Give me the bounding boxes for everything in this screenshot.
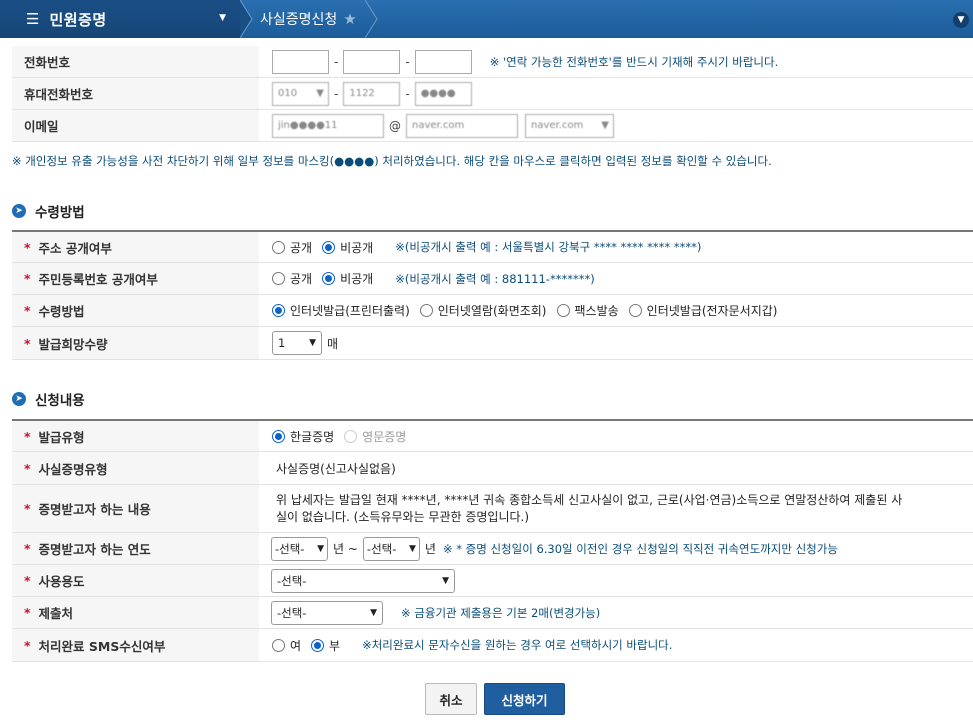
quantity-unit: 매: [327, 336, 339, 351]
sms-note: ※처리완료시 문자수신을 원하는 경우 여로 선택하시기 바랍니다.: [362, 638, 673, 652]
sms-yes-radio[interactable]: 여: [272, 637, 301, 654]
menu-title: 민원증명: [49, 10, 107, 29]
address-disclosure-row: * 주소 공개여부 공개 비공개 ※(비공개시 출력 예 : 서울특별시 강북구 …: [12, 230, 973, 263]
usage-label: 사용용도: [38, 574, 85, 589]
sms-row: * 처리완료 SMS수신여부 여 부 ※처리완료시 문자수신을 원하는 경우 여로…: [12, 629, 973, 662]
caret-down-icon: ▼: [219, 13, 226, 23]
submit-to-label: 제출처: [38, 606, 74, 621]
chevron-down-icon[interactable]: ▼: [953, 12, 969, 28]
cert-content-label: 증명받고자 하는 내용: [38, 502, 151, 517]
year-from-select[interactable]: -선택- ▼: [271, 536, 328, 561]
submit-to-note: ※ 금융기관 제출용은 기본 2매(변경가능): [401, 605, 601, 620]
email-row: 이메일 jin●●●●11 @ naver.com naver.com ▼: [12, 110, 973, 142]
receive-method-row: * 수령방법 인터넷발급(프린터출력) 인터넷열람(화면조회) 팩스발송 인터넷발…: [12, 295, 973, 327]
type-english-radio: 영문증명: [344, 428, 406, 445]
rrn-private-radio[interactable]: 비공개: [322, 270, 373, 287]
phone-row: 전화번호 - - ※ '연락 가능한 전화번호'를 반드시 기재해 주시기 바랍…: [12, 46, 973, 78]
phone-note: ※ '연락 가능한 전화번호'를 반드시 기재해 주시기 바랍니다.: [489, 54, 779, 69]
receive-method-label: 수령방법: [38, 304, 85, 319]
cert-content-row: * 증명받고자 하는 내용 위 납세자는 발급일 현재 ****년, ****년 …: [12, 485, 973, 533]
breadcrumb: 사실증명신청 ★: [260, 0, 357, 38]
masking-note: ※ 개인정보 유출 가능성을 사전 차단하기 위해 일부 정보를 마스킹(●●●…: [12, 154, 772, 168]
arrow-right-circle-icon: ➤: [12, 204, 26, 218]
mobile-prefix-select[interactable]: 010 ▼: [272, 81, 329, 106]
email-domain-select[interactable]: naver.com ▼: [525, 113, 614, 138]
email-domain-field[interactable]: naver.com: [406, 113, 518, 138]
address-note: ※(비공개시 출력 예 : 서울특별시 강북구 **** **** **** *…: [395, 240, 702, 254]
email-label: 이메일: [24, 119, 59, 134]
address-disclosure-label: 주소 공개여부: [38, 240, 112, 256]
year-to-select[interactable]: -선택- ▼: [362, 536, 420, 561]
chevron-down-icon: ▼: [316, 87, 324, 99]
cancel-button[interactable]: 취소: [425, 683, 477, 715]
quantity-select[interactable]: 1 ▼: [272, 331, 322, 355]
cert-type-row: * 사실증명유형 사실증명(신고사실없음): [12, 452, 973, 485]
issue-type-label: 발급유형: [38, 429, 85, 445]
method-internet-print-radio[interactable]: 인터넷발급(프린터출력): [272, 302, 410, 319]
section-title-receive: ➤ 수령방법: [12, 201, 85, 221]
breadcrumb-separator: [240, 0, 253, 38]
quantity-label: 발급희망수량: [38, 336, 108, 352]
rrn-disclosure-row: * 주민등록번호 공개여부 공개 비공개 ※(비공개시 출력 예 : 881111…: [12, 263, 973, 295]
phone-field-2[interactable]: [343, 49, 401, 74]
method-internet-view-radio[interactable]: 인터넷열람(화면조회): [419, 302, 547, 319]
phone-label: 전화번호: [24, 55, 71, 70]
year-note: ※ * 증명 신청일이 6.30일 이전인 경우 신청일의 직직전 귀속연도까지…: [442, 541, 838, 556]
submit-to-select[interactable]: -선택- ▼: [271, 600, 383, 625]
cert-year-label: 증명받고자 하는 연도: [38, 542, 151, 557]
chevron-down-icon: ▼: [601, 119, 609, 131]
method-e-wallet-radio[interactable]: 인터넷발급(전자문서지갑): [628, 302, 777, 319]
email-id-field[interactable]: jin●●●●11: [272, 113, 384, 138]
cert-content-line-1: 위 납세자는 발급일 현재 ****년, ****년 귀속 종합소득세 신고사실…: [276, 492, 903, 507]
issue-type-row: * 발급유형 한글증명 영문증명: [12, 419, 973, 452]
phone-field-3[interactable]: [414, 49, 472, 74]
breadcrumb-separator-2: [365, 0, 378, 38]
submit-to-row: * 제출처 -선택- ▼ ※ 금융기관 제출용은 기본 2매(변경가능): [12, 597, 973, 629]
arrow-right-circle-icon: ➤: [12, 392, 26, 406]
address-public-radio[interactable]: 공개: [272, 239, 312, 256]
cert-content-line-2: 실이 없습니다. (소득유무와는 무관한 증명입니다.): [276, 509, 530, 524]
rrn-disclosure-label: 주민등록번호 공개여부: [38, 272, 158, 287]
mobile-label: 휴대전화번호: [24, 87, 94, 102]
breadcrumb-current: 사실증명신청: [260, 12, 338, 28]
cert-year-row: * 증명받고자 하는 연도 -선택- ▼ 년 ~ -선택- ▼ 년 ※ * 증명 신청…: [12, 533, 973, 565]
year-unit-1: 년 ~: [333, 542, 358, 556]
menu-dropdown[interactable]: ☰ 민원증명 ▼: [0, 0, 240, 38]
address-private-radio[interactable]: 비공개: [322, 239, 373, 256]
star-icon[interactable]: ★: [343, 10, 356, 28]
hamburger-icon: ☰: [26, 10, 40, 28]
mobile-field-2[interactable]: 1122: [343, 81, 401, 106]
mobile-field-3[interactable]: ●●●●: [414, 81, 472, 106]
quantity-row: * 발급희망수량 1 ▼ 매: [12, 327, 973, 360]
email-at: @: [389, 118, 401, 133]
chevron-down-icon: ▼: [370, 607, 377, 618]
usage-row: * 사용용도 -선택- ▼: [12, 565, 973, 597]
chevron-down-icon: ▼: [442, 575, 449, 586]
year-unit-2: 년: [424, 542, 436, 556]
method-fax-radio[interactable]: 팩스발송: [556, 302, 619, 319]
sms-label: 처리완료 SMS수신여부: [38, 638, 166, 654]
cert-type-label: 사실증명유형: [38, 461, 108, 477]
chevron-down-icon: ▼: [317, 543, 324, 554]
cert-type-value: 사실증명(신고사실없음): [276, 461, 396, 476]
rrn-public-radio[interactable]: 공개: [272, 270, 312, 287]
type-korean-radio[interactable]: 한글증명: [272, 428, 334, 445]
top-navigation-bar: ☰ 민원증명 ▼ 사실증명신청 ★ ▼: [0, 0, 973, 38]
mobile-row: 휴대전화번호 010 ▼ - 1122 - ●●●●: [12, 78, 973, 110]
usage-select[interactable]: -선택- ▼: [271, 568, 455, 593]
phone-field-1[interactable]: [272, 49, 329, 74]
chevron-down-icon: ▼: [309, 338, 316, 348]
chevron-down-icon: ▼: [409, 543, 416, 554]
sms-no-radio[interactable]: 부: [311, 637, 340, 654]
submit-button[interactable]: 신청하기: [484, 683, 565, 715]
rrn-note: ※(비공개시 출력 예 : 881111-*******): [395, 271, 595, 286]
section-title-request: ➤ 신청내용: [12, 389, 85, 409]
